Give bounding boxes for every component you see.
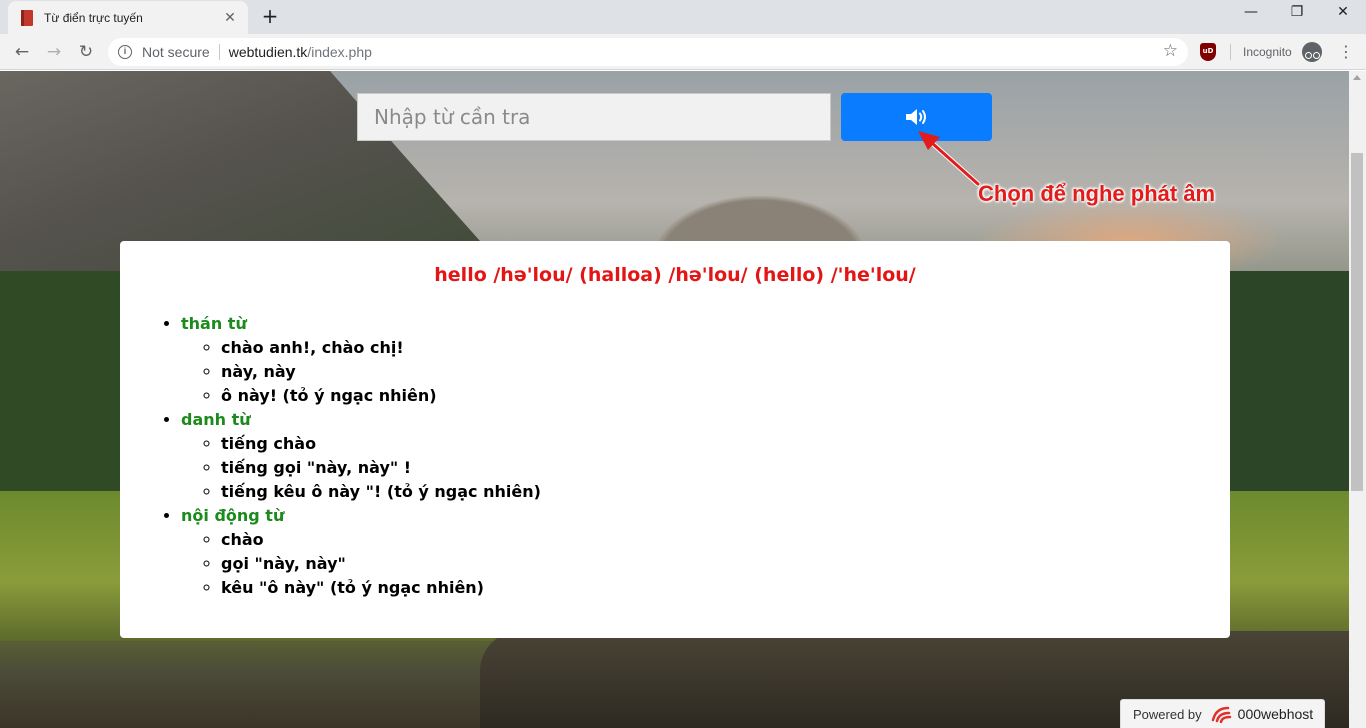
tab-strip: Từ điển trực tuyến ✕ + — ❐ ✕ (0, 0, 1366, 34)
url-path: /index.php (307, 44, 372, 60)
webhost-logo-icon (1211, 706, 1231, 723)
maximize-button[interactable]: ❐ (1274, 4, 1320, 20)
meaning-item: ô này! (tỏ ý ngạc nhiên) (221, 384, 1230, 408)
favicon-book-icon (20, 9, 34, 26)
star-icon[interactable]: ☆ (1163, 41, 1178, 61)
result-card: hello /hə'lou/ (halloa) /hə'lou/ (hello)… (120, 241, 1230, 638)
incognito-label: Incognito (1243, 45, 1292, 59)
pos-label: nội động từ (181, 506, 285, 525)
browser-toolbar: ← → ↻ i Not secure webtudien.tk/index.ph… (0, 34, 1366, 70)
meaning-list: chào gọi "này, này" kêu "ô này" (tỏ ý ng… (221, 528, 1230, 600)
tab-title: Từ điển trực tuyến (44, 10, 143, 25)
scroll-up-arrow-icon[interactable] (1353, 75, 1361, 80)
speaker-icon (905, 109, 926, 125)
pos-group: danh từ tiếng chào tiếng gọi "này, này" … (181, 408, 1230, 504)
info-icon[interactable]: i (118, 45, 132, 59)
incognito-icon[interactable] (1302, 42, 1322, 62)
security-label: Not secure (142, 44, 210, 60)
back-button[interactable]: ← (10, 40, 34, 64)
scroll-thumb[interactable] (1351, 153, 1363, 491)
powered-by-label: Powered by (1133, 706, 1202, 722)
meaning-list: chào anh!, chào chị! này, này ô này! (tỏ… (221, 336, 1230, 408)
minimize-button[interactable]: — (1228, 4, 1274, 20)
meaning-item: kêu "ô này" (tỏ ý ngạc nhiên) (221, 576, 1230, 600)
meaning-list: tiếng chào tiếng gọi "này, này" ! tiếng … (221, 432, 1230, 504)
powered-by-badge[interactable]: Powered by 000webhost (1120, 699, 1325, 728)
tab-close-button[interactable]: ✕ (222, 10, 238, 26)
meaning-item: chào anh!, chào chị! (221, 336, 1230, 360)
menu-icon[interactable]: ⋮ (1338, 42, 1354, 62)
headword: hello /hə'lou/ (halloa) /hə'lou/ (hello)… (434, 264, 916, 286)
page-viewport: Chọn để nghe phát âm hello /hə'lou/ (hal… (0, 71, 1349, 728)
meaning-item: tiếng kêu ô này "! (tỏ ý ngạc nhiên) (221, 480, 1230, 504)
omnibox-divider (218, 44, 220, 60)
meaning-item: này, này (221, 360, 1230, 384)
meaning-item: tiếng gọi "này, này" ! (221, 456, 1230, 480)
meaning-item: chào (221, 528, 1230, 552)
pronounce-button[interactable] (841, 93, 992, 141)
forward-button[interactable]: → (42, 40, 66, 64)
powered-by-brand: 000webhost (1237, 706, 1314, 722)
new-tab-button[interactable]: + (259, 5, 281, 27)
meaning-item: tiếng chào (221, 432, 1230, 456)
pos-label: danh từ (181, 410, 251, 429)
url-host: webtudien.tk (228, 44, 308, 60)
ublock-icon[interactable]: uD (1200, 43, 1216, 61)
browser-tab[interactable]: Từ điển trực tuyến ✕ (8, 1, 248, 34)
page-scrollbar[interactable] (1349, 71, 1366, 728)
search-input[interactable] (357, 93, 831, 141)
pos-label: thán từ (181, 314, 247, 333)
annotation-label: Chọn để nghe phát âm (978, 181, 1216, 206)
meaning-item: gọi "này, này" (221, 552, 1230, 576)
close-window-button[interactable]: ✕ (1320, 4, 1366, 20)
pos-group: nội động từ chào gọi "này, này" kêu "ô n… (181, 504, 1230, 600)
toolbar-divider (1230, 44, 1231, 60)
reload-button[interactable]: ↻ (74, 40, 98, 64)
definition-list: thán từ chào anh!, chào chị! này, này ô … (181, 312, 1230, 600)
pos-group: thán từ chào anh!, chào chị! này, này ô … (181, 312, 1230, 408)
address-bar[interactable]: i Not secure webtudien.tk/index.php ☆ (108, 38, 1188, 66)
